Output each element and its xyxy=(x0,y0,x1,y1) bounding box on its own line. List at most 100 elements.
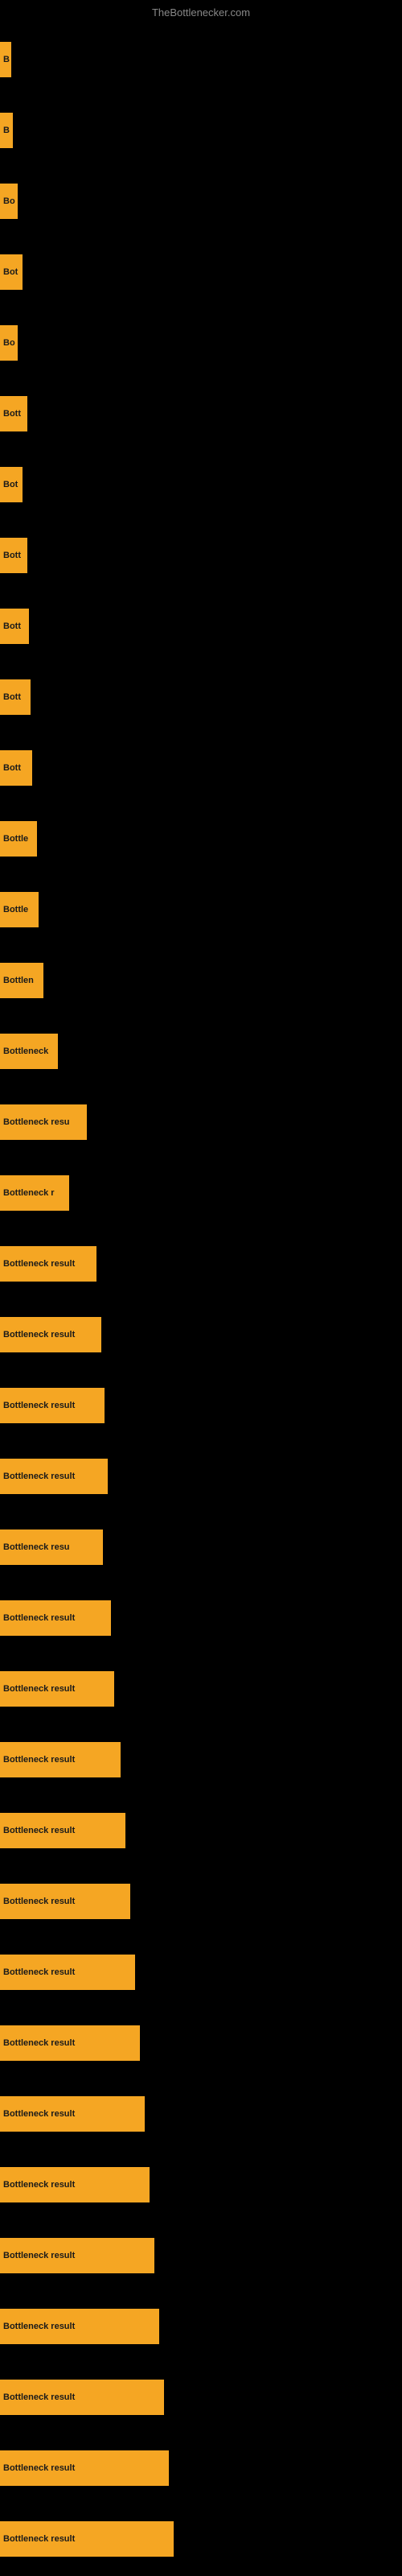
bar-item-33: Bottleneck result xyxy=(0,2309,159,2344)
bar-label-3: Bo xyxy=(3,196,15,206)
bar-row: Bottleneck result xyxy=(0,1583,402,1653)
bar-label-24: Bottleneck result xyxy=(3,1684,75,1694)
bar-label-34: Bottleneck result xyxy=(3,2392,75,2402)
bar-row: B xyxy=(0,95,402,166)
bar-label-18: Bottleneck result xyxy=(3,1259,75,1269)
bar-row: Bottleneck result xyxy=(0,2149,402,2220)
bar-row: Bot xyxy=(0,449,402,520)
bar-item-1: B xyxy=(0,42,11,77)
bar-item-29: Bottleneck result xyxy=(0,2025,140,2061)
bar-item-8: Bott xyxy=(0,538,27,573)
bar-row: Bott xyxy=(0,591,402,662)
bar-item-6: Bott xyxy=(0,396,27,431)
bar-row: Bottleneck result xyxy=(0,2220,402,2291)
bar-row: Bottle xyxy=(0,803,402,874)
bar-row: Bottleneck result xyxy=(0,1937,402,2008)
bar-row: Bottleneck xyxy=(0,1016,402,1087)
bar-item-15: Bottleneck xyxy=(0,1034,58,1069)
bar-label-5: Bo xyxy=(3,338,15,348)
bar-item-30: Bottleneck result xyxy=(0,2096,145,2132)
bar-label-36: Bottleneck result xyxy=(3,2534,75,2544)
bar-row: Bottleneck resu xyxy=(0,1087,402,1158)
bar-row: Bott xyxy=(0,520,402,591)
bar-item-10: Bott xyxy=(0,679,31,715)
bar-row: Bottleneck result xyxy=(0,1866,402,1937)
bar-label-4: Bot xyxy=(3,267,18,277)
bar-label-28: Bottleneck result xyxy=(3,1967,75,1977)
bar-row: Bottleneck result xyxy=(0,2362,402,2433)
bar-label-22: Bottleneck resu xyxy=(3,1542,70,1552)
bar-item-4: Bot xyxy=(0,254,23,290)
bar-row: Bottleneck result xyxy=(0,1441,402,1512)
bar-item-2: B xyxy=(0,113,13,148)
bar-label-8: Bott xyxy=(3,551,21,560)
bar-item-35: Bottleneck result xyxy=(0,2450,169,2486)
bar-label-2: B xyxy=(3,126,10,135)
bar-row: Bottlen xyxy=(0,945,402,1016)
bar-row: Bo xyxy=(0,166,402,237)
bar-item-18: Bottleneck result xyxy=(0,1246,96,1282)
bar-label-23: Bottleneck result xyxy=(3,1613,75,1623)
bar-label-21: Bottleneck result xyxy=(3,1472,75,1481)
bar-row: Bottleneck r xyxy=(0,1158,402,1228)
bar-label-1: B xyxy=(3,55,10,64)
bar-row: Bottleneck result xyxy=(0,1795,402,1866)
bar-row: B xyxy=(0,24,402,95)
bar-label-31: Bottleneck result xyxy=(3,2180,75,2190)
bar-item-17: Bottleneck r xyxy=(0,1175,69,1211)
bar-item-12: Bottle xyxy=(0,821,37,857)
bar-item-31: Bottleneck result xyxy=(0,2167,150,2202)
bars-container: B B Bo Bot Bo Bott Bot Bott Bott Bott Bott Bottle Bo… xyxy=(0,24,402,2574)
bar-row: Bottleneck result xyxy=(0,2433,402,2504)
bar-label-26: Bottleneck result xyxy=(3,1826,75,1835)
bar-item-3: Bo xyxy=(0,184,18,219)
bar-label-6: Bott xyxy=(3,409,21,419)
bar-row: Bott xyxy=(0,662,402,733)
bar-row: Bottle xyxy=(0,874,402,945)
bar-label-35: Bottleneck result xyxy=(3,2463,75,2473)
bar-row: Bottleneck result xyxy=(0,1653,402,1724)
bar-row: Bottleneck result xyxy=(0,1370,402,1441)
bar-row: Bott xyxy=(0,378,402,449)
bar-item-36: Bottleneck result xyxy=(0,2521,174,2557)
bar-item-28: Bottleneck result xyxy=(0,1955,135,1990)
bar-item-34: Bottleneck result xyxy=(0,2380,164,2415)
bar-item-22: Bottleneck resu xyxy=(0,1530,103,1565)
bar-label-27: Bottleneck result xyxy=(3,1897,75,1906)
bar-label-10: Bott xyxy=(3,692,21,702)
bar-item-16: Bottleneck resu xyxy=(0,1104,87,1140)
bar-label-11: Bott xyxy=(3,763,21,773)
bar-row: Bo xyxy=(0,308,402,378)
bar-label-17: Bottleneck r xyxy=(3,1188,55,1198)
bar-label-19: Bottleneck result xyxy=(3,1330,75,1340)
bar-row: Bottleneck result xyxy=(0,2291,402,2362)
bar-item-5: Bo xyxy=(0,325,18,361)
bar-row: Bottleneck result xyxy=(0,1724,402,1795)
bar-row: Bottleneck result xyxy=(0,1228,402,1299)
bar-label-14: Bottlen xyxy=(3,976,34,985)
bar-label-7: Bot xyxy=(3,480,18,489)
bar-item-20: Bottleneck result xyxy=(0,1388,105,1423)
bar-label-16: Bottleneck resu xyxy=(3,1117,70,1127)
bar-item-32: Bottleneck result xyxy=(0,2238,154,2273)
bar-item-13: Bottle xyxy=(0,892,39,927)
bar-item-24: Bottleneck result xyxy=(0,1671,114,1707)
bar-label-33: Bottleneck result xyxy=(3,2322,75,2331)
bar-row: Bott xyxy=(0,733,402,803)
bar-row: Bottleneck resu xyxy=(0,1512,402,1583)
bar-label-15: Bottleneck xyxy=(3,1046,48,1056)
bar-label-12: Bottle xyxy=(3,834,28,844)
bar-row: Bottleneck result xyxy=(0,2008,402,2079)
bar-label-30: Bottleneck result xyxy=(3,2109,75,2119)
bar-label-25: Bottleneck result xyxy=(3,1755,75,1765)
bar-row: Bottleneck result xyxy=(0,2079,402,2149)
bar-label-20: Bottleneck result xyxy=(3,1401,75,1410)
bar-label-29: Bottleneck result xyxy=(3,2038,75,2048)
bar-item-19: Bottleneck result xyxy=(0,1317,101,1352)
site-title: TheBottlenecker.com xyxy=(0,0,402,22)
bar-row: Bottleneck result xyxy=(0,1299,402,1370)
bar-item-27: Bottleneck result xyxy=(0,1884,130,1919)
bar-item-26: Bottleneck result xyxy=(0,1813,125,1848)
bar-label-32: Bottleneck result xyxy=(3,2251,75,2260)
bar-row: Bot xyxy=(0,237,402,308)
